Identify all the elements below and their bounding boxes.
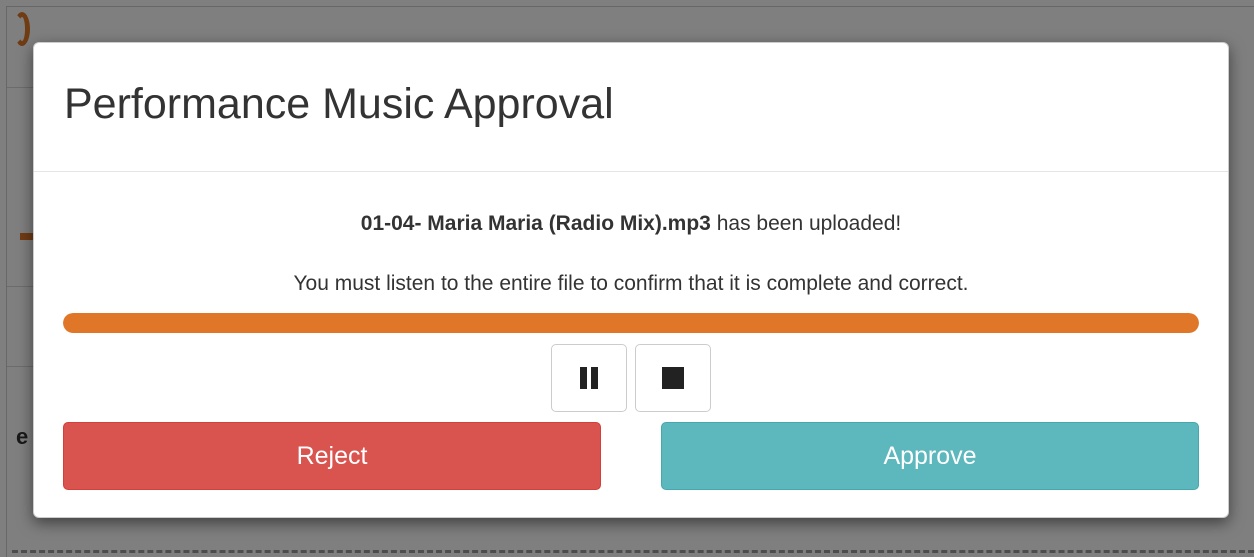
dialog-header: Performance Music Approval [34, 43, 1228, 172]
uploaded-filename: 01-04- Maria Maria (Radio Mix).mp3 [360, 212, 711, 235]
dialog-title: Performance Music Approval [64, 80, 614, 128]
pause-button[interactable] [551, 344, 627, 412]
pause-icon [580, 367, 598, 389]
playback-controls [63, 344, 1199, 412]
approve-button[interactable]: Approve [661, 422, 1199, 490]
upload-status-text: has been uploaded! [710, 212, 902, 235]
playback-progress-bar[interactable] [63, 313, 1199, 333]
playback-progress-fill [63, 313, 1199, 333]
listen-instruction: You must listen to the entire file to co… [293, 272, 969, 295]
upload-message: 01-04- Maria Maria (Radio Mix).mp3 has b… [63, 172, 1199, 255]
stop-button[interactable] [635, 344, 711, 412]
music-approval-dialog: Performance Music Approval 01-04- Maria … [33, 42, 1229, 518]
reject-button[interactable]: Reject [63, 422, 601, 490]
stop-icon [662, 367, 684, 389]
dialog-body: 01-04- Maria Maria (Radio Mix).mp3 has b… [34, 172, 1228, 490]
page: e Performance Music Approval 01-04- Mari… [0, 0, 1254, 557]
dialog-actions: Reject Approve [63, 422, 1199, 490]
